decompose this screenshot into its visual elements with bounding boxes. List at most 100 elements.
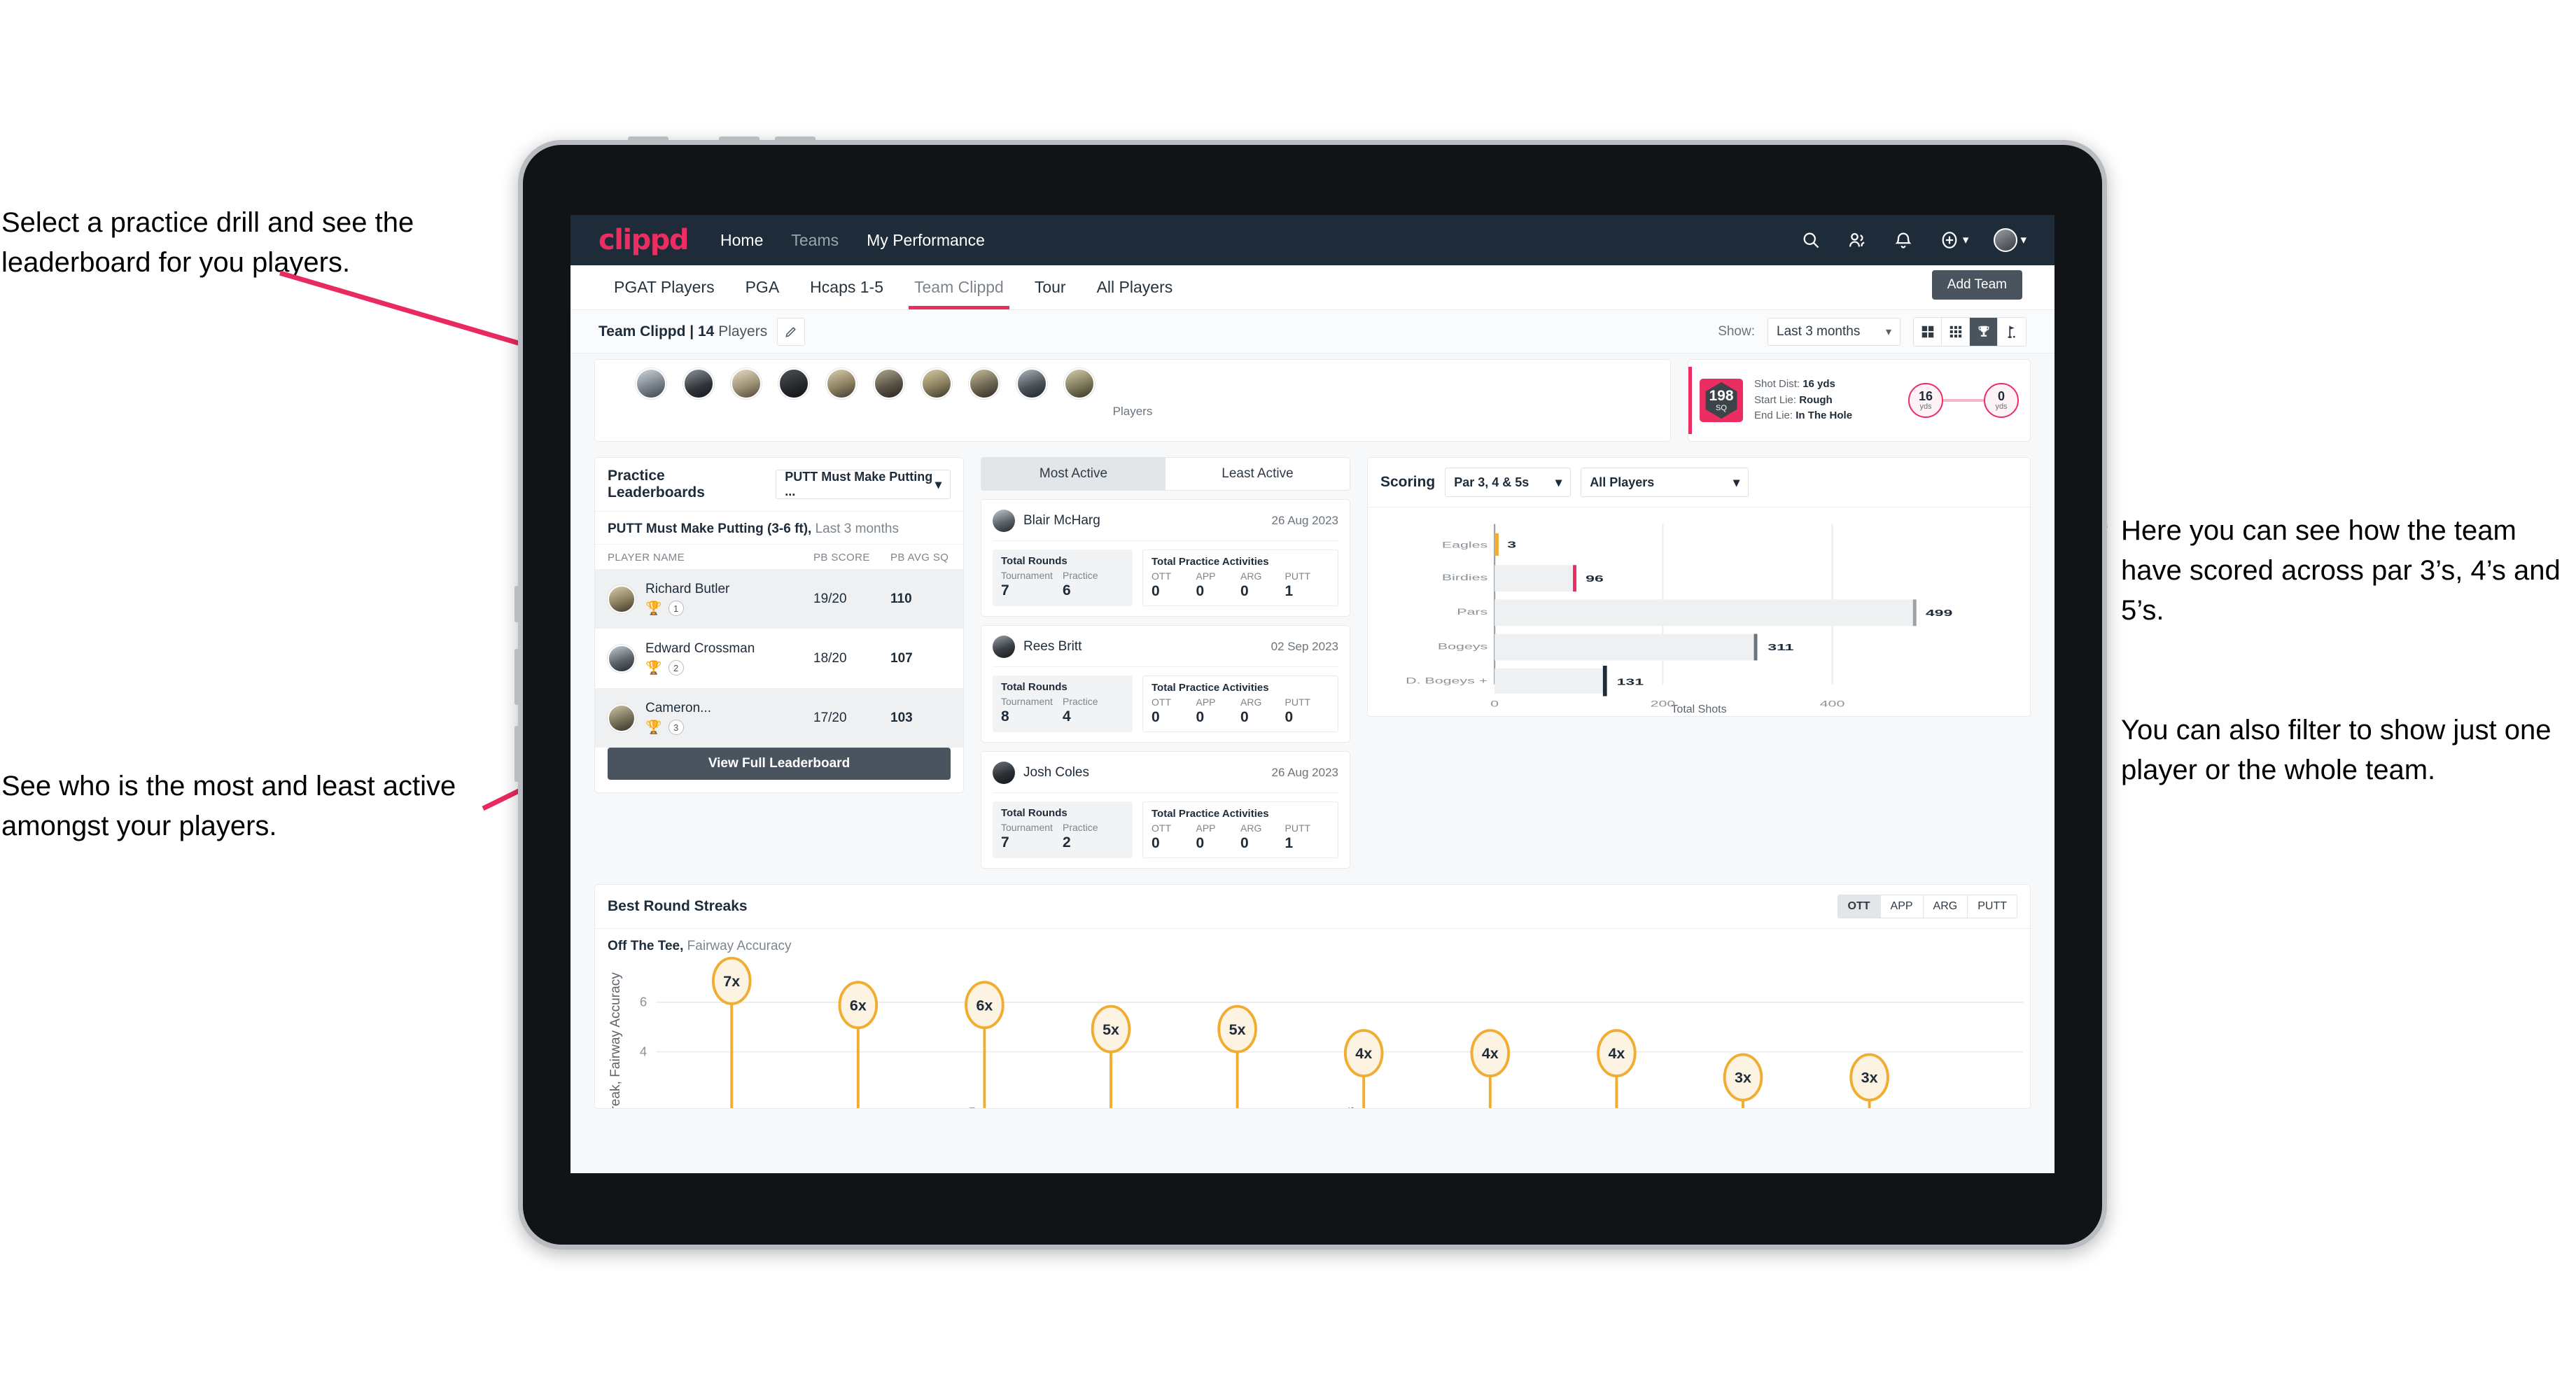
arg-label: ARG: [1240, 570, 1262, 582]
svg-text:7x: 7x: [723, 973, 740, 990]
period-select[interactable]: Last 3 months ▾: [1768, 317, 1900, 346]
chevron-down-icon: ▾: [934, 477, 941, 491]
svg-text:0: 0: [1490, 699, 1499, 708]
shot-to-unit: yds: [1995, 402, 2008, 411]
annotation-most-least-active: See who is the most and least active amo…: [1, 771, 456, 841]
svg-text:D. Bogeys +: D. Bogeys +: [1406, 676, 1488, 685]
nav-link-my-performance[interactable]: My Performance: [867, 231, 985, 250]
streaks-subtitle-rest: Fairway Accuracy: [683, 939, 792, 953]
rank-number: 2: [668, 660, 684, 676]
trophy-icon-button[interactable]: [1970, 317, 1998, 346]
add-team-button[interactable]: Add Team: [1931, 270, 2022, 300]
shot-dist-value: 16 yds: [1802, 377, 1835, 390]
arg-value: 0: [1240, 835, 1249, 851]
flag-icon-button[interactable]: [1998, 318, 2026, 346]
best-round-streaks-panel: Best Round Streaks OTT APP ARG PUTT Off …: [594, 884, 2031, 1109]
grid-small-icon-button[interactable]: [1942, 317, 1970, 346]
segment-ott[interactable]: OTT: [1837, 895, 1881, 918]
segment-putt[interactable]: PUTT: [1968, 895, 2017, 918]
team-tabs-bar: PGAT Players PGA Hcaps 1-5 Team Clippd T…: [570, 265, 2054, 310]
tab-pga[interactable]: PGA: [730, 265, 795, 309]
grid-large-icon-button[interactable]: [1914, 317, 1942, 346]
table-row[interactable]: Richard Butler 🏆 1 19/20 110: [595, 569, 963, 629]
pb-score-value: 18/20: [813, 650, 847, 666]
svg-text:4x: 4x: [1482, 1045, 1499, 1062]
player-filter-select[interactable]: All Players ▾: [1581, 468, 1749, 497]
shot-dist-label: Shot Dist:: [1754, 377, 1800, 390]
player-avatar[interactable]: [1064, 368, 1095, 399]
segment-arg[interactable]: ARG: [1923, 895, 1968, 918]
tab-most-active[interactable]: Most Active: [981, 458, 1166, 490]
edit-team-button[interactable]: [777, 317, 806, 346]
team-name-value: Team Clippd | 14: [598, 323, 715, 340]
ott-value: 0: [1152, 835, 1160, 851]
tab-hcaps-1-5[interactable]: Hcaps 1-5: [794, 265, 899, 309]
tournament-value: 7: [1001, 582, 1009, 598]
search-icon[interactable]: [1800, 230, 1821, 251]
ott-label: OTT: [1152, 696, 1171, 708]
nav-link-home[interactable]: Home: [720, 231, 763, 250]
profile-menu[interactable]: ▾: [1994, 228, 2026, 252]
tab-team-clippd[interactable]: Team Clippd: [899, 265, 1019, 309]
player-avatar[interactable]: [731, 368, 762, 399]
shot-quality-unit: SQ: [1716, 404, 1727, 412]
player-avatar[interactable]: [969, 368, 1000, 399]
svg-text:4x: 4x: [1355, 1045, 1372, 1062]
table-row[interactable]: Cameron... 🏆 3 17/20 103: [595, 688, 963, 748]
column-pb-avg-sq: PB AVG SQ: [890, 552, 949, 564]
drill-select[interactable]: PUTT Must Make Putting ... ▾: [776, 470, 951, 499]
activity-card[interactable]: Blair McHarg 26 Aug 2023 Total Rounds To…: [981, 499, 1350, 617]
period-select-value: Last 3 months: [1777, 323, 1861, 339]
svg-text:3: 3: [1507, 540, 1516, 550]
activity-card[interactable]: Rees Britt 02 Sep 2023 Total Rounds Tour…: [981, 625, 1350, 743]
svg-text:Birdies: Birdies: [1442, 573, 1488, 582]
app-cell: APP 0: [1196, 570, 1241, 600]
pb-score-value: 19/20: [813, 591, 847, 606]
trophy-icon: 🏆: [645, 601, 662, 616]
tab-all-players[interactable]: All Players: [1082, 265, 1189, 309]
par-select[interactable]: Par 3, 4 & 5s ▾: [1445, 468, 1572, 497]
tab-tour[interactable]: Tour: [1019, 265, 1082, 309]
app-cell: APP 0: [1196, 822, 1241, 852]
shot-quality-badge: 198 SQ: [1700, 379, 1743, 422]
tab-least-active[interactable]: Least Active: [1166, 458, 1350, 490]
start-lie-label: Start Lie:: [1754, 393, 1797, 406]
streaks-lollipop-chart: Streak, Fairway Accuracy 6 4 7x 6x 6x 5x…: [595, 954, 2030, 1108]
activity-date: 02 Sep 2023: [1270, 640, 1338, 653]
player-avatar[interactable]: [636, 368, 666, 399]
activity-card[interactable]: Josh Coles 26 Aug 2023 Total Rounds Tour…: [981, 751, 1350, 869]
pb-avg-sq-value: 107: [890, 650, 913, 666]
player-avatar[interactable]: [778, 368, 809, 399]
player-avatar[interactable]: [874, 368, 904, 399]
player-avatar[interactable]: [683, 368, 714, 399]
total-rounds-row: Tournament 7 Practice 2: [1001, 822, 1124, 851]
svg-text:5x: 5x: [1102, 1021, 1119, 1038]
svg-text:Streak, Fairway Accuracy: Streak, Fairway Accuracy: [608, 972, 623, 1108]
table-row[interactable]: Edward Crossman 🏆 2 18/20 107: [595, 629, 963, 688]
dashboard-body: Players 198 SQ Shot Dist: 16 yds Start L…: [570, 354, 2054, 1173]
player-avatar[interactable]: [826, 368, 857, 399]
plus-circle-icon[interactable]: [1939, 230, 1960, 251]
clippd-logo[interactable]: clippd: [598, 224, 690, 256]
nav-link-teams[interactable]: Teams: [791, 231, 839, 250]
app-value: 0: [1196, 709, 1205, 725]
avatar[interactable]: [1994, 228, 2018, 252]
practice-value: 4: [1063, 708, 1071, 724]
app-cell: APP 0: [1196, 696, 1241, 726]
view-full-leaderboard-button[interactable]: View Full Leaderboard: [608, 748, 951, 780]
player-avatar[interactable]: [921, 368, 952, 399]
people-icon[interactable]: [1847, 230, 1868, 251]
players-strip-label: Players: [1112, 405, 1153, 418]
app-label: APP: [1196, 822, 1216, 834]
segment-app[interactable]: APP: [1880, 895, 1924, 918]
shot-detail-lines: Shot Dist: 16 yds Start Lie: Rough End L…: [1754, 377, 1852, 424]
app-label: APP: [1196, 570, 1216, 582]
add-menu[interactable]: ▾: [1939, 230, 1968, 251]
svg-text:Pars: Pars: [1457, 607, 1488, 617]
activity-card-stats: Total Rounds Tournament 7 Practice 6 Total…: [993, 550, 1338, 606]
tab-pgat-players[interactable]: PGAT Players: [598, 265, 730, 309]
bell-icon[interactable]: [1893, 230, 1914, 251]
svg-text:4x: 4x: [1608, 1045, 1625, 1062]
total-practice-row: OTT 0 APP 0 ARG 0 PUTT 0: [1152, 696, 1329, 726]
player-avatar[interactable]: [1016, 368, 1047, 399]
